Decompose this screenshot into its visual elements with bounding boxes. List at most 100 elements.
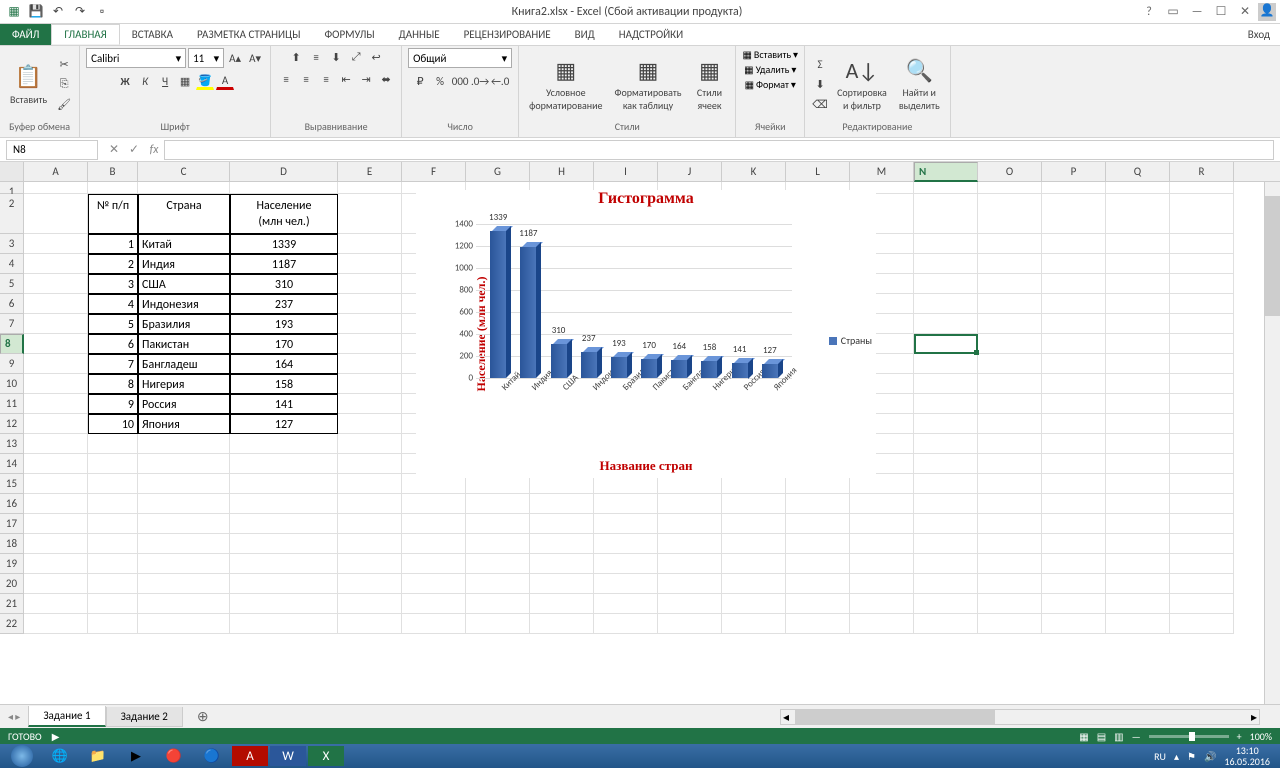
percent-icon[interactable]: %	[431, 72, 449, 90]
cell[interactable]	[530, 534, 594, 554]
cell[interactable]	[24, 534, 88, 554]
cell[interactable]: Индия	[138, 254, 230, 274]
cell[interactable]	[1170, 354, 1234, 374]
cell[interactable]	[338, 194, 402, 234]
start-button[interactable]	[4, 746, 40, 766]
cell[interactable]	[1042, 414, 1106, 434]
tray-volume-icon[interactable]: 🔊	[1204, 750, 1216, 763]
cell[interactable]: 10	[88, 414, 138, 434]
cell[interactable]	[850, 554, 914, 574]
cell[interactable]	[338, 474, 402, 494]
user-icon[interactable]: 👤	[1258, 3, 1276, 21]
zoom-in-icon[interactable]: +	[1237, 730, 1242, 743]
cell[interactable]	[914, 414, 978, 434]
fill-color-icon[interactable]: 🪣	[196, 72, 214, 90]
cell[interactable]	[658, 554, 722, 574]
find-select-button[interactable]: 🔍Найти и выделить	[895, 54, 944, 114]
cell[interactable]	[138, 454, 230, 474]
row-header[interactable]: 20	[0, 574, 24, 594]
sheet-tab-1[interactable]: Задание 1	[28, 706, 105, 727]
cell[interactable]	[1106, 354, 1170, 374]
cell[interactable]: 8	[88, 374, 138, 394]
cell[interactable]	[786, 494, 850, 514]
col-header-P[interactable]: P	[1042, 162, 1106, 181]
cell[interactable]	[1042, 354, 1106, 374]
cell[interactable]: 7	[88, 354, 138, 374]
scroll-thumb[interactable]	[795, 710, 995, 724]
tab-view[interactable]: ВИД	[563, 24, 607, 45]
row-header[interactable]: 19	[0, 554, 24, 574]
cell[interactable]	[1170, 314, 1234, 334]
row-header[interactable]: 2	[0, 194, 24, 234]
cell[interactable]	[1106, 434, 1170, 454]
cell[interactable]	[786, 534, 850, 554]
copy-icon[interactable]: ⎘	[55, 75, 73, 93]
cell[interactable]	[138, 554, 230, 574]
col-header-L[interactable]: L	[786, 162, 850, 181]
cell[interactable]	[24, 594, 88, 614]
cell[interactable]	[338, 394, 402, 414]
view-normal-icon[interactable]: ▦	[1079, 730, 1088, 743]
cell[interactable]	[978, 294, 1042, 314]
cell[interactable]	[1170, 434, 1234, 454]
cell[interactable]	[914, 314, 978, 334]
cell[interactable]	[1106, 182, 1170, 194]
row-header[interactable]: 14	[0, 454, 24, 474]
cell[interactable]	[1106, 374, 1170, 394]
row-header[interactable]: 4	[0, 254, 24, 274]
col-header-J[interactable]: J	[658, 162, 722, 181]
zoom-value[interactable]: 100%	[1250, 730, 1272, 743]
cell[interactable]: Бангладеш	[138, 354, 230, 374]
scroll-thumb[interactable]	[1265, 196, 1280, 316]
save-icon[interactable]: 💾	[28, 4, 44, 20]
cell[interactable]	[24, 414, 88, 434]
cell[interactable]	[914, 182, 978, 194]
cell[interactable]	[24, 234, 88, 254]
cell[interactable]	[1042, 182, 1106, 194]
cell[interactable]	[1170, 254, 1234, 274]
bold-button[interactable]: Ж	[116, 72, 134, 90]
cell[interactable]	[466, 574, 530, 594]
cell[interactable]	[230, 434, 338, 454]
cell[interactable]	[338, 614, 402, 634]
zoom-slider[interactable]	[1149, 735, 1229, 738]
cell[interactable]	[1170, 374, 1234, 394]
cell[interactable]	[1106, 234, 1170, 254]
col-header-M[interactable]: M	[850, 162, 914, 181]
cell[interactable]	[1042, 234, 1106, 254]
currency-icon[interactable]: ₽	[411, 72, 429, 90]
cell[interactable]	[338, 334, 402, 354]
cell[interactable]	[978, 414, 1042, 434]
cell[interactable]: 3	[88, 274, 138, 294]
sheet-tab-2[interactable]: Задание 2	[106, 707, 183, 727]
vertical-scrollbar[interactable]	[1264, 182, 1280, 704]
cell[interactable]	[230, 574, 338, 594]
cell[interactable]	[594, 534, 658, 554]
cell[interactable]	[402, 614, 466, 634]
cell[interactable]	[138, 594, 230, 614]
column-headers[interactable]: ABCDEFGHIJKLMNOPQR	[0, 162, 1280, 182]
view-page-icon[interactable]: ▤	[1097, 730, 1106, 743]
col-header-G[interactable]: G	[466, 162, 530, 181]
cell-styles-button[interactable]: ▦Стили ячеек	[689, 54, 729, 114]
indent-dec-icon[interactable]: ⇤	[337, 70, 355, 88]
fx-icon[interactable]: fx	[144, 143, 164, 157]
cell[interactable]: 2	[88, 254, 138, 274]
undo-icon[interactable]: ↶	[50, 4, 66, 20]
col-header-R[interactable]: R	[1170, 162, 1234, 181]
row-header[interactable]: 16	[0, 494, 24, 514]
cell[interactable]	[722, 614, 786, 634]
cell[interactable]	[786, 594, 850, 614]
cell[interactable]	[1042, 434, 1106, 454]
cell[interactable]: 158	[230, 374, 338, 394]
cell[interactable]	[914, 254, 978, 274]
cell[interactable]	[1106, 274, 1170, 294]
help-icon[interactable]: ?	[1138, 5, 1160, 19]
cell[interactable]	[1106, 334, 1170, 354]
align-middle-icon[interactable]: ≡	[307, 48, 325, 66]
cell[interactable]	[914, 554, 978, 574]
underline-button[interactable]: Ч	[156, 72, 174, 90]
cell[interactable]	[338, 594, 402, 614]
autosum-icon[interactable]: Σ	[811, 55, 829, 73]
cell[interactable]	[914, 514, 978, 534]
